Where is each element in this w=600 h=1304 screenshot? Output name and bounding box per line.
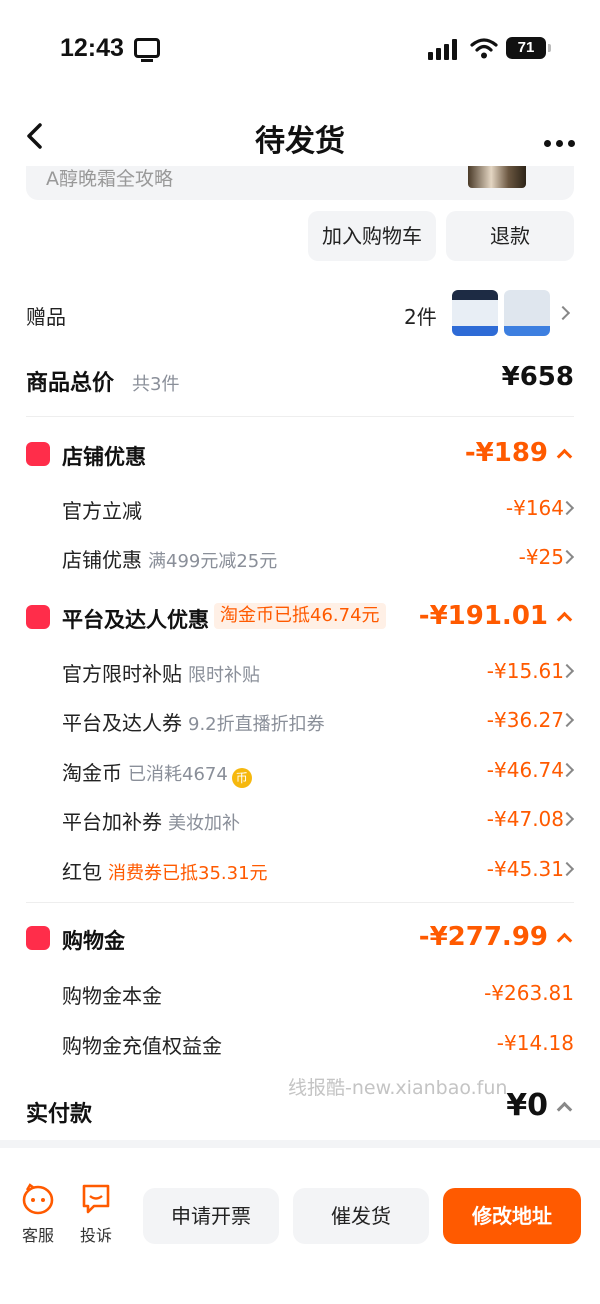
list-item: 购物金本金 -¥263.81: [0, 977, 600, 1009]
list-item[interactable]: 官方立减 -¥164: [0, 492, 600, 524]
shopping-gold-title: 购物金: [62, 929, 125, 953]
add-to-cart-button[interactable]: 加入购物车: [308, 211, 436, 261]
divider: [26, 416, 574, 417]
page-title: 待发货: [255, 124, 345, 159]
list-item[interactable]: 红包 消费券已抵35.31元 -¥45.31: [0, 853, 600, 885]
total-row: 商品总价 共3件 ¥658: [0, 362, 600, 402]
invoice-button[interactable]: 申请开票: [143, 1188, 279, 1244]
more-icon[interactable]: [544, 132, 580, 147]
product-thumbnail: [468, 166, 526, 188]
item-value: -¥263.81: [484, 981, 574, 1005]
nav-bar: 待发货: [0, 100, 600, 170]
list-item[interactable]: 店铺优惠 满499元减25元 -¥25: [0, 541, 600, 573]
paid-row[interactable]: 实付款 ¥0: [0, 1088, 600, 1128]
coupon-icon: [26, 605, 50, 629]
item-note: 限时补贴: [188, 665, 260, 686]
shopping-bag-icon: [26, 926, 50, 950]
total-count: 共3件: [132, 374, 180, 395]
shopping-gold-value: -¥277.99: [418, 922, 548, 952]
item-label: 店铺优惠: [62, 548, 142, 572]
list-item[interactable]: 官方限时补贴 限时补贴 -¥15.61: [0, 655, 600, 687]
product-card[interactable]: A醇晚霜全攻略: [26, 166, 574, 200]
urge-shipping-button[interactable]: 催发货: [293, 1188, 429, 1244]
list-item[interactable]: 淘金币 已消耗4674 币 -¥46.74: [0, 754, 600, 788]
platform-discount-value: -¥191.01: [418, 601, 548, 631]
platform-discount-header[interactable]: 平台及达人优惠 淘金币已抵46.74元 -¥191.01: [0, 597, 600, 637]
item-note: 消费券已抵35.31元: [108, 863, 268, 884]
item-label: 平台加补券: [62, 810, 162, 834]
complaint-icon: [82, 1184, 110, 1214]
item-label: 红包: [62, 860, 102, 884]
item-label: 平台及达人券: [62, 711, 182, 735]
list-item[interactable]: 平台加补券 美妆加补 -¥47.08: [0, 803, 600, 835]
chevron-up-icon: [556, 611, 573, 628]
store-discount-header[interactable]: 店铺优惠 -¥189: [0, 434, 600, 474]
item-label: 官方立减: [62, 499, 142, 523]
status-bar: 12:43 71: [0, 0, 600, 100]
wifi-icon: [470, 38, 498, 59]
gift-thumbnail-2: [504, 290, 550, 336]
item-value: -¥45.31: [486, 857, 564, 881]
item-value: -¥47.08: [486, 807, 564, 831]
item-label: 官方限时补贴: [62, 662, 182, 686]
list-item[interactable]: 平台及达人券 9.2折直播折扣券 -¥36.27: [0, 704, 600, 736]
chevron-up-icon: [556, 1101, 573, 1118]
item-label: 淘金币: [62, 761, 122, 785]
battery-icon: 71: [506, 37, 551, 59]
chevron-up-icon: [556, 448, 573, 465]
complaint-label: 投诉: [79, 1226, 112, 1245]
item-value: -¥164: [505, 496, 564, 520]
bottom-action-bar: 客服 投诉 申请开票 催发货 修改地址: [0, 1140, 600, 1304]
chevron-up-icon: [556, 932, 573, 949]
cellular-signal-icon: [428, 38, 462, 60]
screen-mirror-icon: [134, 38, 160, 62]
modify-address-button[interactable]: 修改地址: [443, 1188, 581, 1244]
gift-label: 赠品: [26, 305, 66, 329]
customer-service-button[interactable]: 客服: [8, 1182, 68, 1246]
store-discount-title: 店铺优惠: [62, 445, 146, 469]
complaint-button[interactable]: 投诉: [66, 1182, 126, 1246]
platform-discount-title: 平台及达人优惠: [62, 608, 209, 632]
item-value: -¥15.61: [486, 659, 564, 683]
gold-coin-icon: 币: [231, 768, 252, 788]
customer-service-icon: [22, 1183, 54, 1215]
status-time: 12:43: [60, 34, 124, 62]
total-label: 商品总价: [26, 371, 115, 396]
total-value: ¥658: [501, 362, 574, 392]
refund-button[interactable]: 退款: [446, 211, 574, 261]
item-note: 满499元减25元: [148, 551, 278, 572]
gift-count: 2件: [404, 305, 437, 329]
store-icon: [26, 442, 50, 466]
item-value: -¥36.27: [486, 708, 564, 732]
product-name: A醇晚霜全攻略: [46, 168, 173, 190]
item-note: 美妆加补: [168, 813, 240, 834]
divider: [26, 902, 574, 903]
item-label: 购物金本金: [62, 984, 162, 1008]
gift-thumbnail-1: [452, 290, 498, 336]
item-value: -¥14.18: [496, 1031, 574, 1055]
item-label: 购物金充值权益金: [62, 1034, 222, 1058]
item-value: -¥46.74: [486, 758, 564, 782]
item-note: 已消耗4674: [128, 764, 228, 785]
coin-badge: 淘金币已抵46.74元: [214, 603, 386, 629]
item-note: 9.2折直播折扣券: [188, 714, 325, 735]
paid-label: 实付款: [26, 1102, 93, 1127]
store-discount-value: -¥189: [464, 438, 548, 468]
gift-row[interactable]: 赠品 2件: [0, 290, 600, 336]
list-item: 购物金充值权益金 -¥14.18: [0, 1027, 600, 1059]
paid-value: ¥0: [506, 1088, 548, 1123]
item-value: -¥25: [518, 545, 564, 569]
shopping-gold-header[interactable]: 购物金 -¥277.99: [0, 918, 600, 958]
chevron-right-icon: [555, 305, 571, 321]
customer-service-label: 客服: [21, 1226, 54, 1245]
